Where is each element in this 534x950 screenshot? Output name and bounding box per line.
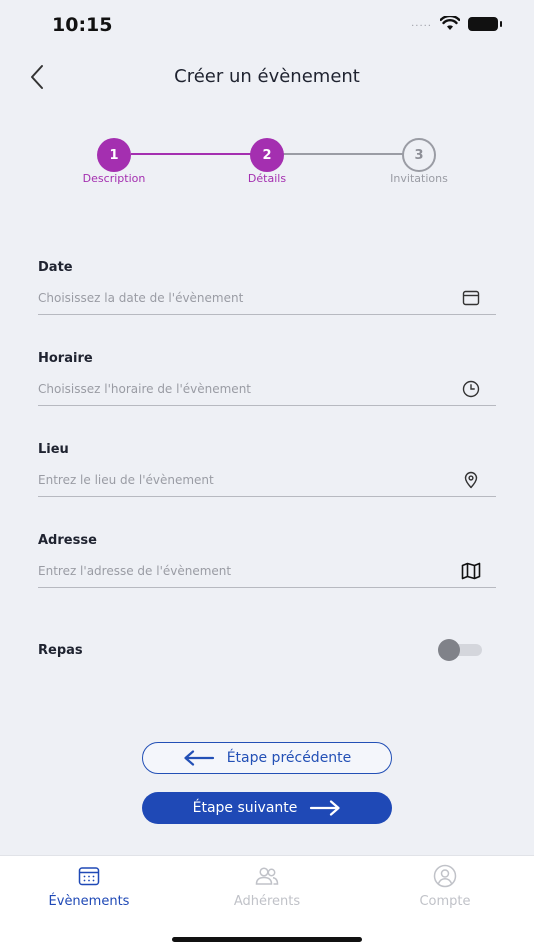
header: Créer un évènement (0, 52, 534, 102)
adresse-input[interactable] (38, 563, 460, 582)
calendar-icon[interactable] (460, 287, 482, 309)
repas-row: Repas (38, 638, 496, 662)
step-3-circle: 3 (402, 138, 436, 172)
tab-adherents-label: Adhérents (233, 894, 301, 909)
stepper: 1 2 3 Description Détails Invitations (0, 138, 534, 198)
lieu-input-row[interactable] (38, 467, 496, 497)
next-step-label: Étape suivante (192, 800, 298, 816)
date-label: Date (38, 260, 73, 275)
signal-icon: ..... (411, 18, 432, 29)
adresse-label: Adresse (38, 533, 97, 548)
step-2-label: Détails (247, 172, 287, 185)
repas-label: Repas (38, 642, 83, 658)
account-icon (356, 864, 534, 888)
map-icon[interactable] (460, 560, 482, 582)
tab-compte-label: Compte (419, 894, 471, 909)
lieu-label: Lieu (38, 442, 69, 457)
arrow-left-icon (184, 750, 214, 766)
horaire-field: Horaire (38, 351, 496, 406)
arrow-right-icon (310, 800, 340, 816)
wifi-icon (440, 16, 460, 30)
clock-icon[interactable] (460, 378, 482, 400)
tab-evenements[interactable]: Évènements (0, 864, 178, 909)
adresse-input-row[interactable] (38, 558, 496, 588)
adresse-field: Adresse (38, 533, 496, 588)
lieu-field: Lieu (38, 442, 496, 497)
step-1-circle: 1 (97, 138, 131, 172)
location-pin-icon[interactable] (460, 469, 482, 491)
horaire-input[interactable] (38, 381, 460, 400)
battery-icon (468, 16, 502, 31)
status-time: 10:15 (52, 14, 113, 36)
date-field: Date (38, 260, 496, 315)
tab-adherents[interactable]: Adhérents (178, 864, 356, 909)
horaire-input-row[interactable] (38, 376, 496, 406)
step-2-circle: 2 (250, 138, 284, 172)
calendar-icon (0, 864, 178, 888)
date-input[interactable] (38, 290, 460, 309)
status-icons: ..... (411, 16, 502, 31)
step-1-label: Description (82, 172, 146, 185)
horaire-label: Horaire (38, 351, 93, 366)
toggle-knob (438, 639, 460, 661)
tab-compte[interactable]: Compte (356, 864, 534, 909)
step-3-label: Invitations (390, 172, 448, 185)
tab-bar: Évènements Adhérents Compte (0, 855, 534, 950)
tab-evenements-label: Évènements (48, 894, 130, 909)
step-connector-2-3 (283, 153, 403, 155)
date-input-row[interactable] (38, 285, 496, 315)
status-bar: 10:15 ..... (0, 0, 534, 52)
lieu-input[interactable] (38, 472, 460, 491)
previous-step-label: Étape précédente (226, 750, 352, 766)
page-title: Créer un évènement (174, 66, 360, 87)
users-icon (178, 864, 356, 888)
previous-step-button[interactable]: Étape précédente (142, 742, 392, 774)
home-indicator (172, 937, 362, 942)
next-step-button[interactable]: Étape suivante (142, 792, 392, 824)
step-connector-1-2 (131, 153, 251, 155)
repas-toggle[interactable] (438, 639, 482, 661)
